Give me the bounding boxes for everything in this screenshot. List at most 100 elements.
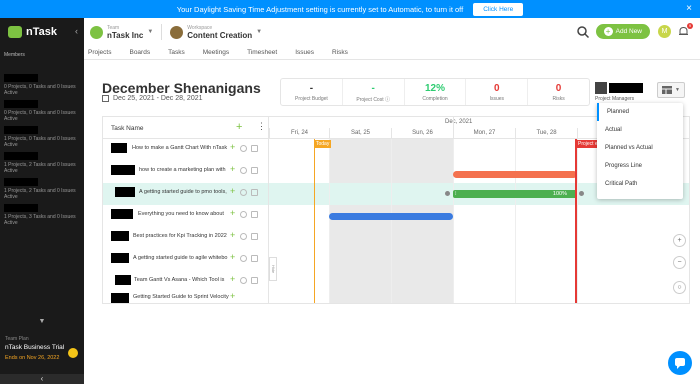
add-subtask-icon[interactable]: + xyxy=(230,252,235,262)
grid-line xyxy=(329,139,330,303)
tab-risks[interactable]: Risks xyxy=(332,49,348,56)
comment-icon[interactable] xyxy=(251,189,258,196)
zoom-in-icon[interactable]: + xyxy=(673,234,686,247)
progress-bar[interactable]: ⁞ 100% xyxy=(453,190,577,198)
redacted-id xyxy=(111,143,127,153)
tab-projects[interactable]: Projects xyxy=(88,49,111,56)
zoom-out-icon[interactable]: − xyxy=(673,256,686,269)
view-options-button[interactable]: ▼ xyxy=(657,82,685,98)
logo[interactable]: nTask xyxy=(0,18,84,46)
add-subtask-icon[interactable]: + xyxy=(230,186,235,196)
more-options-icon[interactable]: ⋮ xyxy=(257,121,266,132)
status-circle-icon[interactable] xyxy=(240,233,247,240)
sidebar-member-item[interactable]: 1 Projects, 3 Tasks and 0 Issues Active xyxy=(4,204,82,226)
add-task-button[interactable]: + xyxy=(236,121,242,133)
comment-icon[interactable] xyxy=(251,211,258,218)
add-subtask-icon[interactable]: + xyxy=(230,164,235,174)
task-name[interactable]: A getting started guide to pmo tools, xyxy=(139,189,227,195)
sidebar-member-item[interactable]: 1 Projects, 0 Tasks and 0 Issues Active xyxy=(4,126,82,148)
workspace-avatar xyxy=(170,25,184,39)
project-managers[interactable]: Project Managers xyxy=(595,82,643,102)
status-circle-icon[interactable] xyxy=(240,255,247,262)
planned-bar[interactable] xyxy=(453,171,577,178)
task-name[interactable]: How to make a Gantt Chart With nTask xyxy=(132,145,228,151)
bell-icon[interactable]: 9 xyxy=(677,23,693,38)
brand-name: nTask xyxy=(26,26,57,38)
table-row[interactable]: how to create a marketing plan with + xyxy=(103,161,269,183)
tab-issues[interactable]: Issues xyxy=(295,49,314,56)
avatar[interactable]: M xyxy=(658,25,671,38)
task-name[interactable]: Everything you need to know about xyxy=(138,211,227,217)
redacted-id xyxy=(111,231,129,241)
task-name[interactable]: Getting Started Guide to Sprint Velocity xyxy=(133,294,229,300)
task-name[interactable]: Best practices for Kpi Tracking in 2022 xyxy=(133,233,229,239)
close-icon[interactable]: × xyxy=(686,3,692,14)
add-subtask-icon[interactable]: + xyxy=(230,142,235,152)
page-title: December Shenanigans xyxy=(102,80,261,96)
redacted-id xyxy=(115,187,135,197)
add-new-button[interactable]: + Add New xyxy=(595,24,650,39)
menu-item-planned-vs-actual[interactable]: Planned vs Actual xyxy=(597,139,683,157)
tab-meetings[interactable]: Meetings xyxy=(203,49,229,56)
chevron-left-icon[interactable]: ‹ xyxy=(75,26,78,36)
stat-value: - xyxy=(371,83,375,94)
task-name[interactable]: Team Gantt Vs Asana - Which Tool is xyxy=(134,277,230,283)
chat-icon[interactable] xyxy=(668,351,692,375)
status-circle-icon[interactable] xyxy=(240,277,247,284)
task-name[interactable]: how to create a marketing plan with xyxy=(139,167,227,173)
header-actions: + Add New M 9 xyxy=(576,23,693,39)
table-row[interactable]: A getting started guide to pmo tools, + xyxy=(103,183,269,205)
tab-tasks[interactable]: Tasks xyxy=(168,49,185,56)
status-circle-icon[interactable] xyxy=(240,145,247,152)
tab-boards[interactable]: Boards xyxy=(129,49,150,56)
comment-icon[interactable] xyxy=(251,277,258,284)
sidebar-member-item[interactable]: 1 Projects, 2 Tasks and 0 Issues Active xyxy=(4,178,82,200)
comment-icon[interactable] xyxy=(251,255,258,262)
table-row[interactable]: How to make a Gantt Chart With nTask + xyxy=(103,139,269,161)
stat-risks[interactable]: 0 Risks xyxy=(528,79,589,105)
redacted-id xyxy=(115,275,131,285)
tab-timesheet[interactable]: Timesheet xyxy=(247,49,277,56)
table-row[interactable]: A getting started guide to agile whitebo… xyxy=(103,249,269,271)
sidebar-member-item[interactable]: 1 Projects, 2 Tasks and 0 Issues Active xyxy=(4,152,82,174)
table-row[interactable]: Best practices for Kpi Tracking in 2022 … xyxy=(103,227,269,249)
status-circle-icon[interactable] xyxy=(240,211,247,218)
table-row[interactable]: Team Gantt Vs Asana - Which Tool is + xyxy=(103,271,269,293)
chevron-down-icon: ▼ xyxy=(147,29,154,35)
add-subtask-icon[interactable]: + xyxy=(230,230,235,240)
stat-cost: - Project Cost ⓘ xyxy=(343,79,405,105)
stat-label: Risks xyxy=(552,96,565,102)
search-icon[interactable] xyxy=(576,25,590,39)
chevron-down-icon[interactable]: ▼ xyxy=(0,318,84,328)
click-here-button[interactable]: Click Here xyxy=(473,2,524,16)
menu-item-progress-line[interactable]: Progress Line xyxy=(597,157,683,175)
workspace-selector[interactable]: Workspace Content Creation ▼ xyxy=(170,25,262,40)
drag-handle[interactable] xyxy=(579,191,584,196)
menu-item-critical-path[interactable]: Critical Path xyxy=(597,175,683,193)
status-circle-icon[interactable] xyxy=(240,189,247,196)
sidebar-member-item[interactable]: 0 Projects, 0 Tasks and 0 Issues Active xyxy=(4,100,82,122)
collapse-sidebar-button[interactable]: ‹ xyxy=(0,374,84,384)
team-selector[interactable]: Team nTask Inc ▼ xyxy=(90,25,153,40)
project-end-line xyxy=(575,139,577,303)
comment-icon[interactable] xyxy=(251,145,258,152)
fit-screen-icon[interactable]: ○ xyxy=(673,281,686,294)
comment-icon[interactable] xyxy=(251,167,258,174)
status-circle-icon[interactable] xyxy=(240,167,247,174)
add-subtask-icon[interactable]: + xyxy=(230,274,235,284)
menu-item-actual[interactable]: Actual xyxy=(597,121,683,139)
drag-handle[interactable] xyxy=(445,191,450,196)
table-row[interactable]: Getting Started Guide to Sprint Velocity… xyxy=(103,293,269,303)
plus-icon: + xyxy=(603,27,613,36)
menu-item-planned[interactable]: Planned xyxy=(597,103,683,121)
task-name[interactable]: A getting started guide to agile whitebo xyxy=(133,255,229,261)
table-row[interactable]: Everything you need to know about + xyxy=(103,205,269,227)
add-subtask-icon[interactable]: + xyxy=(230,293,235,301)
add-subtask-icon[interactable]: + xyxy=(230,208,235,218)
stat-value: 0 xyxy=(555,83,562,94)
planned-bar[interactable] xyxy=(329,213,453,220)
upgrade-icon[interactable] xyxy=(68,348,78,358)
stat-issues[interactable]: 0 Issues xyxy=(466,79,529,105)
sidebar-member-item[interactable]: 0 Projects, 0 Tasks and 0 Issues Active xyxy=(4,74,82,96)
comment-icon[interactable] xyxy=(251,233,258,240)
